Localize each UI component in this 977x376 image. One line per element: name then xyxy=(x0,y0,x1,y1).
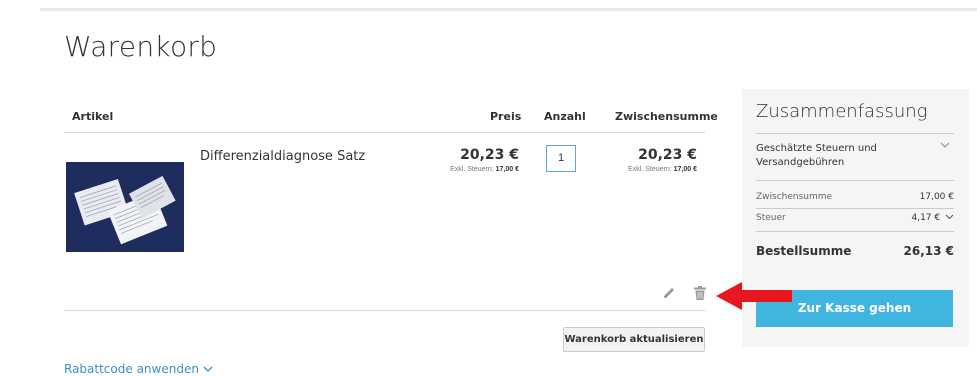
summary-title: Zusammenfassung xyxy=(756,101,928,122)
summary-divider xyxy=(756,208,954,209)
red-arrow-icon xyxy=(716,282,792,310)
column-header-anzahl: Anzahl xyxy=(544,110,586,123)
subtotal-note-value: 17,00 € xyxy=(673,166,697,173)
column-header-zwischensumme: Zwischensumme xyxy=(615,110,718,123)
summary-divider xyxy=(756,180,954,181)
tax-value-group: 4,17 € xyxy=(911,213,954,223)
item-subtotal-excl-tax: Exkl. Steuern: 17,00 € xyxy=(628,166,697,173)
column-header-preis: Preis xyxy=(490,110,522,123)
pencil-icon[interactable] xyxy=(662,286,676,300)
header-divider xyxy=(64,132,705,133)
price-note-value: 17,00 € xyxy=(495,166,519,173)
item-subtotal: 20,23 € xyxy=(638,147,697,163)
discount-code-label: Rabattcode anwenden xyxy=(64,362,199,376)
summary-total-row: Bestellsumme 26,13 € xyxy=(756,244,954,258)
trash-icon[interactable] xyxy=(694,286,706,300)
total-value: 26,13 € xyxy=(903,244,954,258)
tax-label: Steuer xyxy=(756,213,786,223)
subtotal-value: 17,00 € xyxy=(919,192,954,202)
summary-tax-row[interactable]: Steuer 4,17 € xyxy=(756,213,954,223)
chevron-down-icon xyxy=(945,214,954,220)
subtotal-label: Zwischensumme xyxy=(756,192,833,202)
subtotal-note-label: Exkl. Steuern: xyxy=(628,166,672,173)
tax-shipping-toggle[interactable]: Geschätzte Steuern und Versandgebühren xyxy=(756,142,906,170)
product-name[interactable]: Differenzialdiagnose Satz xyxy=(200,149,365,164)
price-note-label: Exkl. Steuern: xyxy=(450,166,494,173)
tax-value: 4,17 € xyxy=(911,213,941,223)
summary-divider xyxy=(756,133,954,134)
top-divider xyxy=(40,8,977,11)
chevron-down-icon[interactable] xyxy=(940,141,950,152)
item-price-excl-tax: Exkl. Steuern: 17,00 € xyxy=(450,166,519,173)
total-label: Bestellsumme xyxy=(756,244,852,258)
quantity-input[interactable]: 1 xyxy=(546,145,576,172)
summary-subtotal-row: Zwischensumme 17,00 € xyxy=(756,192,954,202)
column-header-artikel: Artikel xyxy=(72,110,114,123)
actions-divider xyxy=(64,310,705,311)
chevron-down-icon xyxy=(203,362,213,376)
item-price: 20,23 € xyxy=(460,147,519,163)
update-cart-button[interactable]: Warenkorb aktualisieren xyxy=(563,327,705,352)
summary-divider xyxy=(756,231,954,232)
product-image[interactable] xyxy=(66,162,184,252)
page-title: Warenkorb xyxy=(64,30,218,63)
discount-code-toggle[interactable]: Rabattcode anwenden xyxy=(64,362,213,376)
